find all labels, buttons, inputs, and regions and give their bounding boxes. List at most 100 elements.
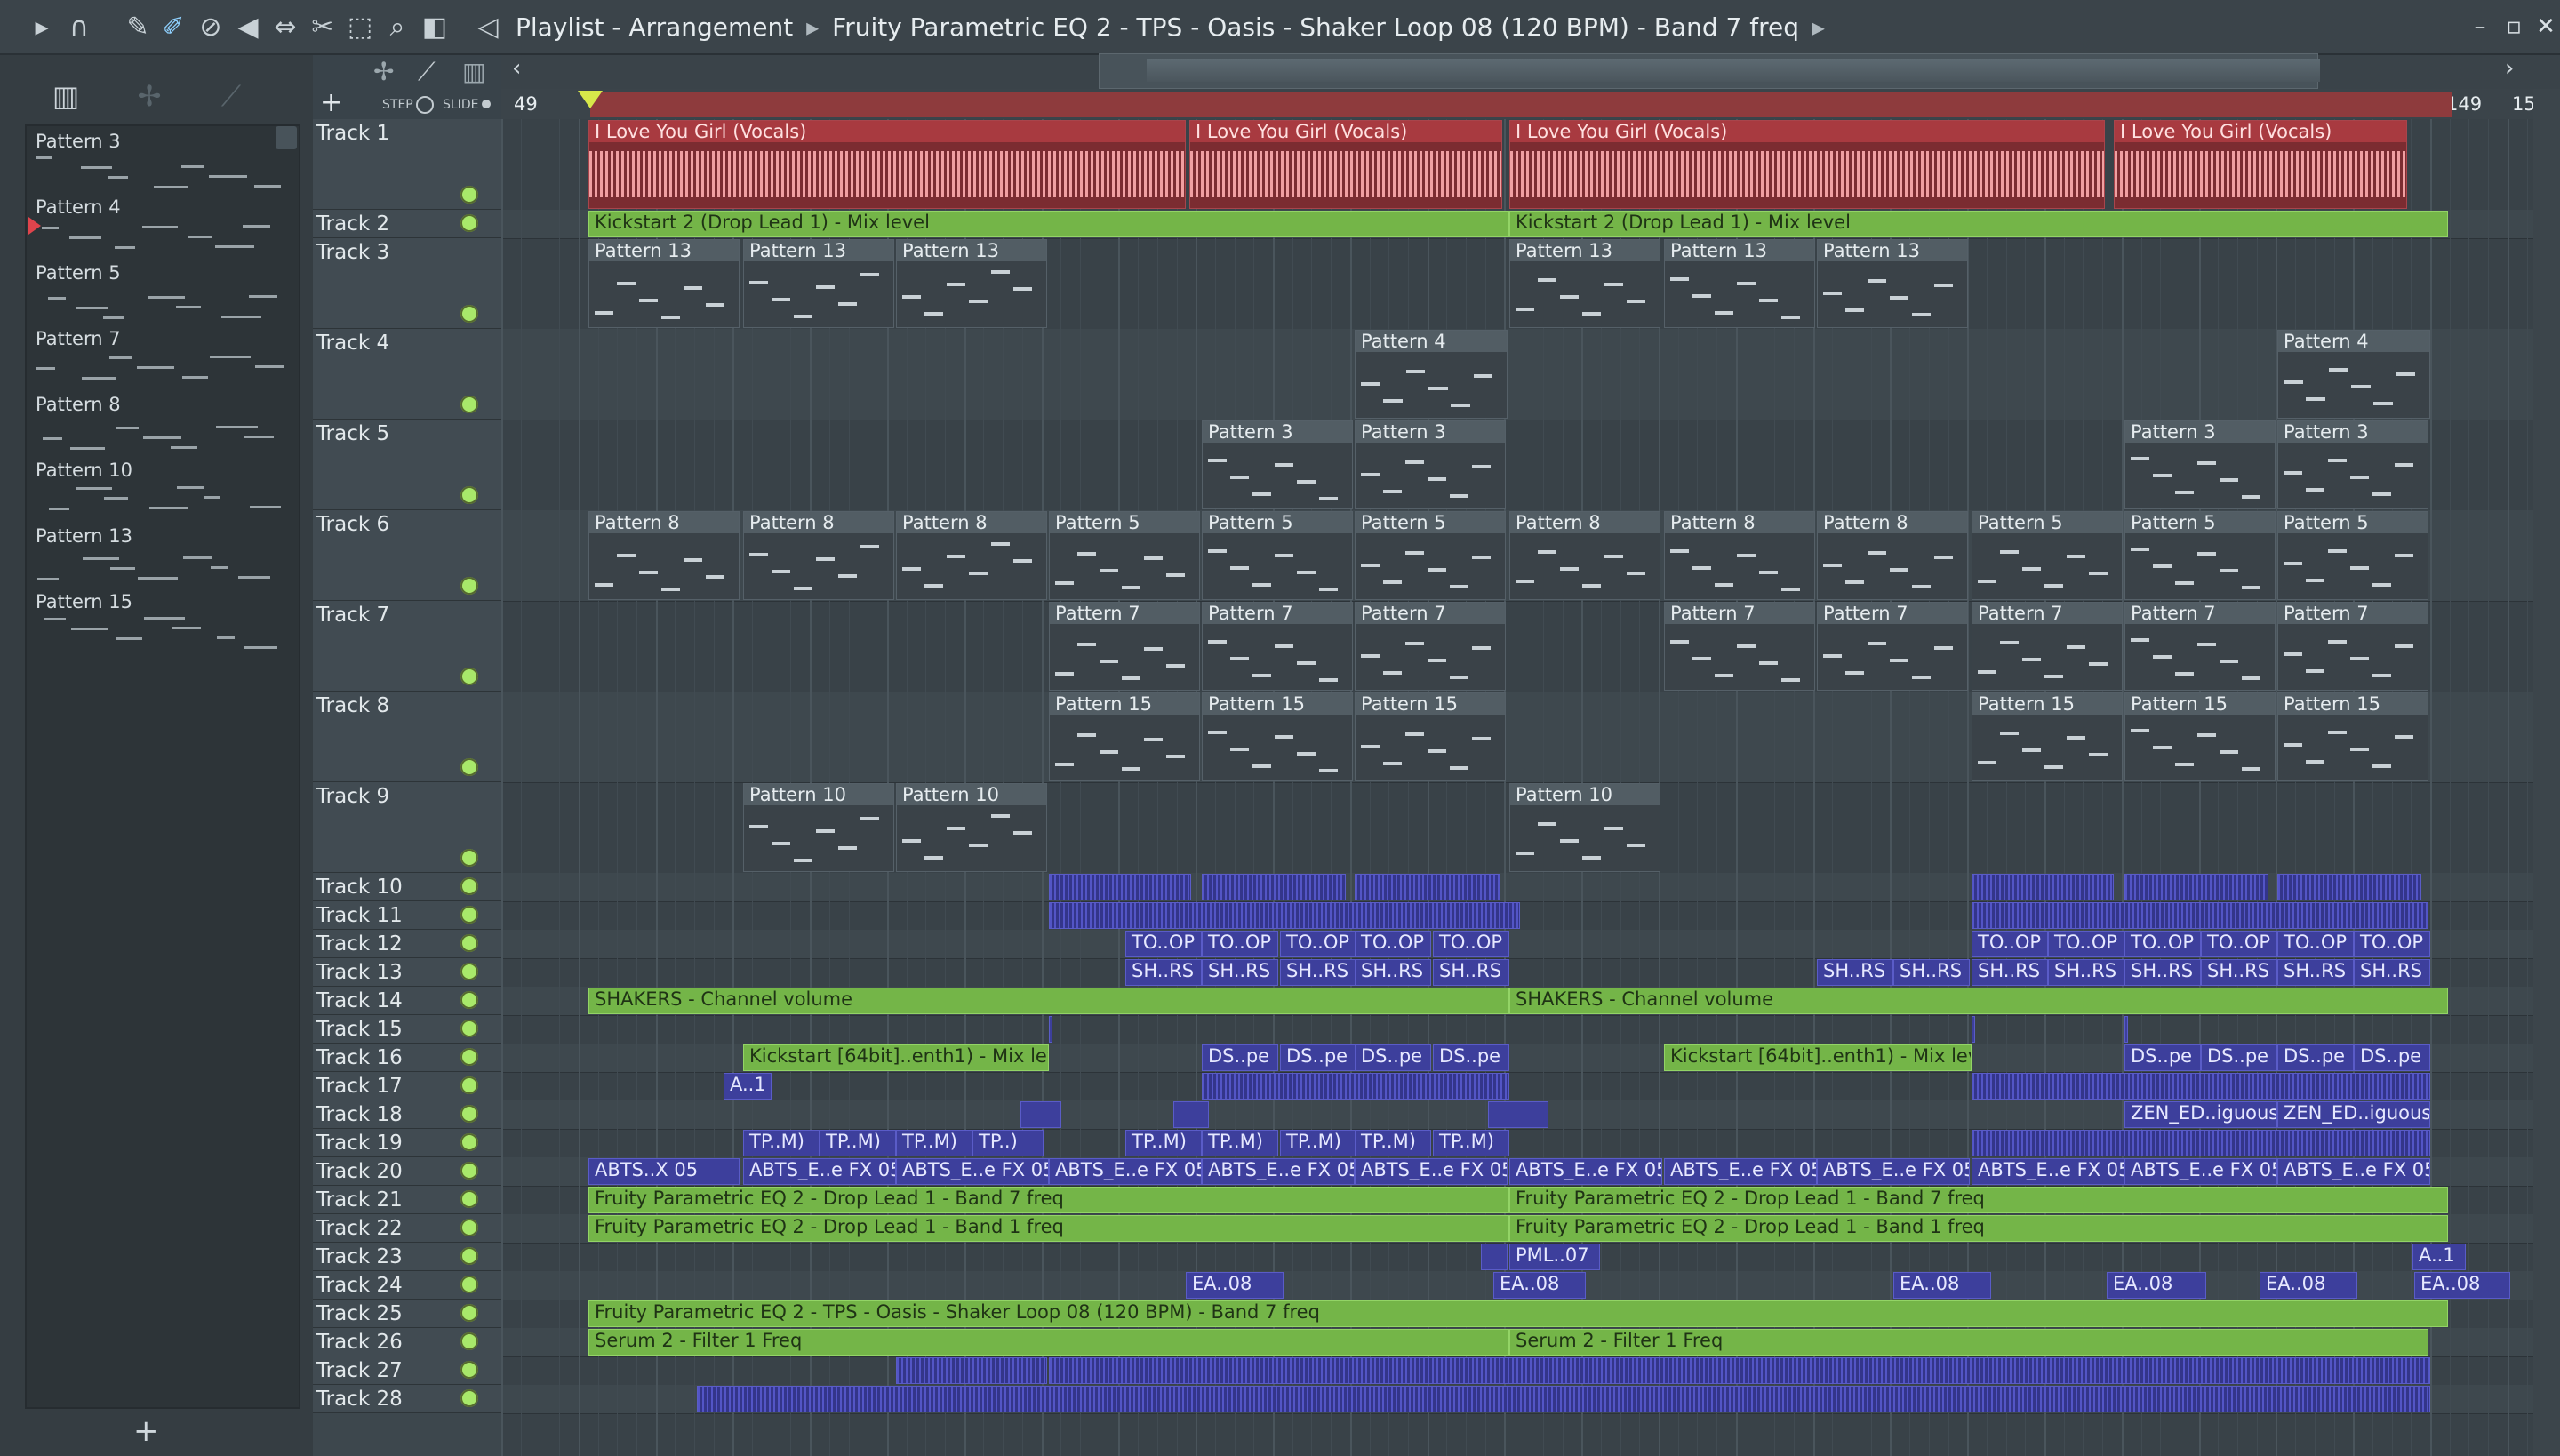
auto-clip[interactable]: Fruity Parametric EQ 2 - Drop Lead 1 - B…: [588, 1187, 1509, 1213]
sample-clip[interactable]: DS..pe: [1202, 1044, 1278, 1071]
sample-clip[interactable]: ABTS_E..e FX 05: [1202, 1158, 1355, 1185]
track-header[interactable]: Track 8: [313, 692, 501, 782]
sample-clip[interactable]: TP..M): [1202, 1130, 1278, 1156]
audio-clip[interactable]: I Love You Girl (Vocals): [588, 120, 1186, 209]
pattern-clip[interactable]: Pattern 15: [2124, 692, 2276, 781]
pattern-clip[interactable]: Pattern 4: [1355, 330, 1508, 419]
brush-icon[interactable]: ✐: [156, 11, 190, 44]
playhead-marker[interactable]: [578, 91, 603, 108]
track-mute-led[interactable]: [460, 1076, 478, 1094]
sample-clip[interactable]: TO..OP: [2048, 931, 2124, 957]
sample-clip[interactable]: TO..OP: [1125, 931, 1202, 957]
auto-clip[interactable]: Fruity Parametric EQ 2 - Drop Lead 1 - B…: [1509, 1187, 2448, 1213]
sample-clip[interactable]: TO..OP: [2124, 931, 2201, 957]
maximize-icon[interactable]: ▫: [2498, 11, 2530, 43]
track-header[interactable]: Track 1: [313, 119, 501, 210]
pattern-clip[interactable]: Pattern 15: [1972, 692, 2123, 781]
sample-clip[interactable]: SH..RS: [1817, 959, 1893, 986]
track-header[interactable]: Track 11: [313, 901, 501, 930]
pattern-clip[interactable]: Pattern 7: [1972, 602, 2123, 691]
sample-clip[interactable]: SH..RS: [1280, 959, 1356, 986]
sample-clip[interactable]: SH..RS: [1972, 959, 2048, 986]
sample-clip[interactable]: [1049, 874, 1191, 900]
sample-clip[interactable]: TO..OP: [1202, 931, 1278, 957]
pattern-clip[interactable]: Pattern 5: [1355, 511, 1506, 600]
pattern-list-item[interactable]: Pattern 5: [32, 261, 279, 327]
track-header[interactable]: Track 20: [313, 1157, 501, 1186]
sample-clip[interactable]: DS..pe: [2201, 1044, 2277, 1071]
auto-clip[interactable]: Kickstart 2 (Drop Lead 1) - Mix level: [1509, 211, 2448, 237]
track-header[interactable]: Track 9: [313, 782, 501, 873]
slip-icon[interactable]: ⇔: [268, 11, 302, 44]
minimize-icon[interactable]: –: [2464, 11, 2496, 43]
slice-icon[interactable]: ✂: [306, 11, 340, 44]
track-mute-led[interactable]: [460, 1020, 478, 1037]
pattern-clip[interactable]: Pattern 10: [1509, 783, 1660, 872]
auto-clip[interactable]: Serum 2 - Filter 1 Freq: [588, 1329, 1509, 1356]
scroll-right-icon[interactable]: ›: [2505, 55, 2514, 82]
vertical-scrollbar[interactable]: [2533, 89, 2560, 1456]
pattern-clip[interactable]: Pattern 7: [2124, 602, 2276, 691]
track-mute-led[interactable]: [460, 1219, 478, 1236]
track-mute-led[interactable]: [460, 906, 478, 924]
sample-clip[interactable]: SH..RS: [1433, 959, 1509, 986]
step-toggle[interactable]: [416, 96, 434, 114]
sample-clip[interactable]: [1972, 1073, 2430, 1100]
track-mute-led[interactable]: [460, 1361, 478, 1379]
pattern-clip[interactable]: Pattern 8: [743, 511, 894, 600]
sample-clip[interactable]: EA..08: [1186, 1272, 1284, 1299]
track-mute-led[interactable]: [460, 214, 478, 232]
track-header[interactable]: Track 23: [313, 1243, 501, 1271]
sample-clip[interactable]: ABTS_E..e FX 05: [1355, 1158, 1508, 1185]
track-header[interactable]: Track 10: [313, 873, 501, 901]
sample-clip[interactable]: TO..OP: [1280, 931, 1356, 957]
sample-clip[interactable]: ABTS_E..e FX 05: [1664, 1158, 1817, 1185]
track-header[interactable]: Track 18: [313, 1100, 501, 1129]
sample-clip[interactable]: ABTS_E..e FX 05: [896, 1158, 1049, 1185]
auto-clip[interactable]: Kickstart 2 (Drop Lead 1) - Mix level: [588, 211, 1509, 237]
pattern-clip[interactable]: Pattern 8: [1817, 511, 1968, 600]
scroll-left-icon[interactable]: ‹: [512, 55, 521, 82]
audio-clip[interactable]: I Love You Girl (Vocals): [1509, 120, 2105, 209]
pattern-list-item[interactable]: Pattern 15: [32, 590, 279, 656]
sample-clip[interactable]: [1972, 874, 2114, 900]
sample-clip[interactable]: ABTS_E..e FX 05: [2124, 1158, 2277, 1185]
track-header[interactable]: Track 6: [313, 510, 501, 601]
piano-icon[interactable]: ▥: [462, 57, 485, 86]
playlist-overview[interactable]: [1147, 59, 2320, 82]
auto-clip[interactable]: Serum 2 - Filter 1 Freq: [1509, 1329, 2428, 1356]
track-header[interactable]: Track 25: [313, 1300, 501, 1328]
add-pattern-button[interactable]: +: [133, 1413, 159, 1449]
sample-clip[interactable]: TO..OP: [1355, 931, 1431, 957]
pattern-clip[interactable]: Pattern 10: [743, 783, 894, 872]
delete-icon[interactable]: ⊘: [194, 11, 228, 44]
sample-clip[interactable]: EA..08: [2107, 1272, 2206, 1299]
track-header[interactable]: Track 14: [313, 987, 501, 1015]
audio-picker-icon[interactable]: ✢: [123, 76, 176, 116]
track-header[interactable]: Track 4: [313, 329, 501, 420]
sample-clip[interactable]: TP..M): [896, 1130, 972, 1156]
track-mute-led[interactable]: [460, 1247, 478, 1265]
pattern-clip[interactable]: Pattern 13: [1664, 239, 1815, 328]
track-mute-led[interactable]: [460, 486, 478, 504]
track-header[interactable]: Track 22: [313, 1214, 501, 1243]
pattern-picker-icon[interactable]: ▥: [39, 76, 92, 116]
sample-clip[interactable]: [1972, 1130, 2430, 1156]
auto-clip[interactable]: Fruity Parametric EQ 2 - Drop Lead 1 - B…: [1509, 1215, 2448, 1242]
track-header[interactable]: Track 21: [313, 1186, 501, 1214]
play-icon[interactable]: ▸: [25, 11, 59, 44]
sample-clip[interactable]: [1488, 1101, 1548, 1128]
sample-clip[interactable]: TP..M): [743, 1130, 820, 1156]
track-mute-led[interactable]: [460, 1304, 478, 1322]
sample-clip[interactable]: ZEN_ED..iguous: [2277, 1101, 2430, 1128]
sample-clip[interactable]: ABTS_E..e FX 05: [2277, 1158, 2430, 1185]
auto-clip[interactable]: Kickstart [64bit]..enth1) - Mix level: [1664, 1044, 1972, 1071]
sample-clip[interactable]: [1972, 902, 2428, 929]
sample-clip[interactable]: [2277, 874, 2421, 900]
pattern-list-item[interactable]: Pattern 7: [32, 327, 284, 393]
track-mute-led[interactable]: [460, 758, 478, 776]
sample-clip[interactable]: [1049, 1016, 1052, 1043]
track-header[interactable]: Track 28: [313, 1385, 501, 1413]
mute-icon[interactable]: ◀: [231, 11, 265, 44]
slide-toggle[interactable]: [482, 100, 491, 108]
